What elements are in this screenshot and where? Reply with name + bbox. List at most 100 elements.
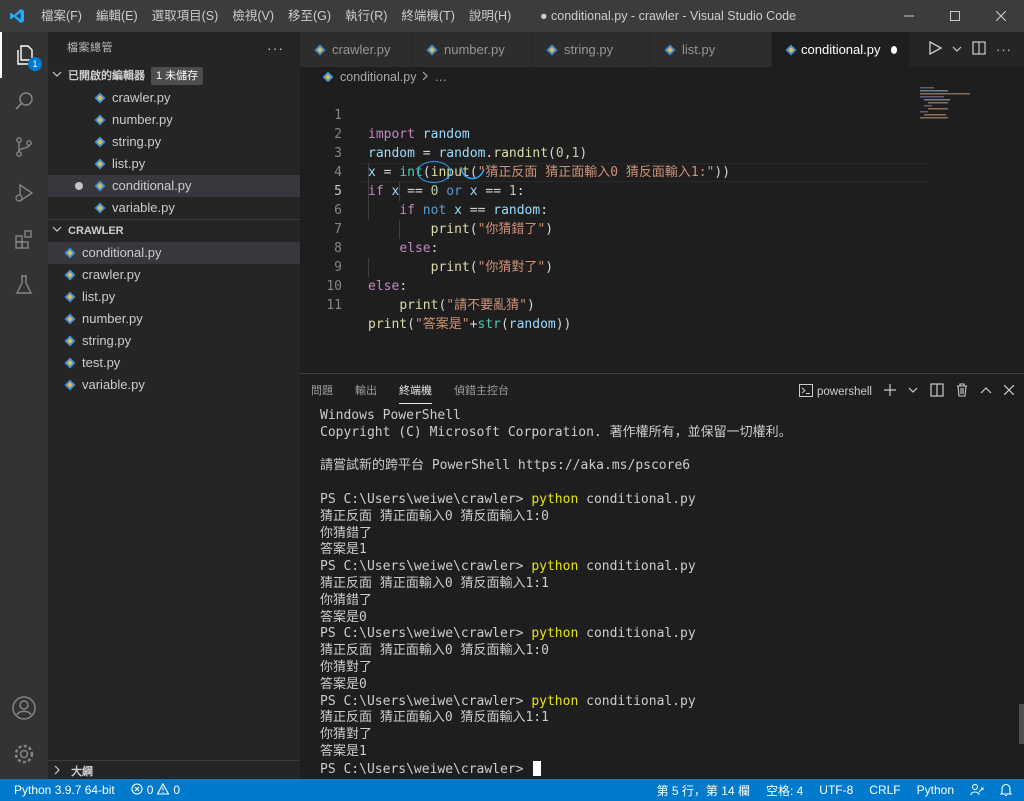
code-line: 8 print("你猜對了") bbox=[300, 220, 940, 275]
menu-view[interactable]: 檢視(V) bbox=[225, 0, 281, 32]
python-file-icon bbox=[424, 43, 440, 57]
run-file-icon[interactable] bbox=[928, 40, 943, 58]
annotation-arc bbox=[460, 166, 485, 180]
problems-status[interactable]: 0 0 bbox=[123, 779, 188, 801]
encoding[interactable]: UTF-8 bbox=[811, 779, 861, 801]
chevron-down-icon[interactable] bbox=[908, 385, 918, 398]
python-file-icon bbox=[92, 179, 108, 193]
extensions-icon[interactable] bbox=[0, 216, 48, 262]
python-file-icon bbox=[92, 113, 108, 127]
open-editor-item[interactable]: number.py bbox=[48, 109, 300, 131]
new-terminal-plus-icon[interactable] bbox=[884, 384, 896, 399]
testing-flask-icon[interactable] bbox=[0, 262, 48, 308]
file-item[interactable]: string.py bbox=[48, 330, 300, 352]
editor-tabs: crawler.py number.py string.py list.py c… bbox=[300, 32, 1024, 67]
open-editor-label: list.py bbox=[112, 156, 146, 171]
end-of-line[interactable]: CRLF bbox=[861, 779, 908, 801]
code-editor[interactable]: 1 import random 2 random = random.randin… bbox=[300, 87, 1024, 373]
account-icon[interactable] bbox=[0, 685, 48, 731]
file-label: number.py bbox=[82, 311, 143, 326]
file-item[interactable]: number.py bbox=[48, 308, 300, 330]
live-share-feedback-icon[interactable] bbox=[962, 779, 992, 801]
folder-header[interactable]: CRAWLER bbox=[48, 219, 300, 242]
file-item[interactable]: crawler.py bbox=[48, 264, 300, 286]
python-file-icon bbox=[320, 70, 336, 84]
terminal-command-line: PS C:\Users\weiwe\crawler> python condit… bbox=[320, 694, 1010, 711]
python-file-icon bbox=[62, 290, 78, 304]
unsaved-dot-icon[interactable] bbox=[890, 45, 897, 54]
panel-scrollbar[interactable] bbox=[1019, 704, 1024, 744]
tab-crawler[interactable]: crawler.py bbox=[300, 32, 412, 67]
cursor-position[interactable]: 第 5 行，第 14 欄 bbox=[649, 779, 758, 801]
menu-file[interactable]: 檔案(F) bbox=[34, 0, 89, 32]
maximize-panel-chevron-up-icon[interactable] bbox=[980, 385, 992, 398]
close-panel-icon[interactable] bbox=[1003, 384, 1015, 398]
sidebar-title: 檔案總管 ··· bbox=[48, 32, 300, 65]
open-editors-header[interactable]: 已開啟的編輯器 1 未儲存 bbox=[48, 65, 300, 87]
terminal-output[interactable]: Windows PowerShell Copyright (C) Microso… bbox=[320, 408, 1010, 778]
tab-output[interactable]: 輸出 bbox=[344, 374, 388, 409]
source-control-icon[interactable] bbox=[0, 124, 48, 170]
tab-conditional[interactable]: conditional.py bbox=[772, 32, 910, 67]
open-editor-item[interactable]: variable.py bbox=[48, 197, 300, 219]
tab-terminal[interactable]: 終端機 bbox=[388, 374, 443, 409]
language-mode[interactable]: Python bbox=[909, 779, 962, 801]
activity-bar: 1 bbox=[0, 32, 48, 779]
breadcrumb-file[interactable]: conditional.py bbox=[340, 67, 416, 87]
menu-go[interactable]: 移至(G) bbox=[281, 0, 338, 32]
indentation[interactable]: 空格: 4 bbox=[758, 779, 811, 801]
open-editor-label: variable.py bbox=[112, 200, 175, 215]
more-actions-icon[interactable]: ··· bbox=[267, 32, 284, 65]
open-editor-item[interactable]: string.py bbox=[48, 131, 300, 153]
tab-debug-console[interactable]: 偵錯主控台 bbox=[443, 374, 520, 409]
breadcrumb-symbols[interactable]: … bbox=[434, 67, 447, 87]
terminal-line: 猜正反面 猜正面輸入0 猜反面輸入1:1 bbox=[320, 575, 549, 591]
chevron-down-icon[interactable] bbox=[952, 42, 962, 57]
open-editor-item[interactable]: list.py bbox=[48, 153, 300, 175]
terminal-icon bbox=[799, 383, 814, 400]
explorer-icon[interactable]: 1 bbox=[0, 32, 48, 78]
menu-run[interactable]: 執行(R) bbox=[338, 0, 394, 32]
settings-gear-icon[interactable] bbox=[0, 731, 48, 777]
open-editor-item-active[interactable]: conditional.py bbox=[48, 175, 300, 197]
trash-icon[interactable] bbox=[956, 383, 968, 400]
tab-string[interactable]: string.py bbox=[532, 32, 650, 67]
python-interpreter[interactable]: Python 3.9.7 64-bit bbox=[0, 779, 123, 801]
tab-number[interactable]: number.py bbox=[412, 32, 532, 67]
terminal-command-line: PS C:\Users\weiwe\crawler> python condit… bbox=[320, 626, 1010, 643]
menu-selection[interactable]: 選取項目(S) bbox=[145, 0, 226, 32]
unsaved-dot-icon[interactable] bbox=[75, 182, 83, 190]
menu-help[interactable]: 說明(H) bbox=[462, 0, 518, 32]
terminal-line: 你猜錯了 bbox=[320, 592, 373, 608]
shell-name: powershell bbox=[817, 385, 872, 398]
sidebar-title-label: 檔案總管 bbox=[67, 42, 113, 54]
terminal-input-line[interactable]: PS C:\Users\weiwe\crawler> bbox=[320, 760, 1010, 778]
split-terminal-icon[interactable] bbox=[930, 383, 944, 400]
terminal-line: 答案是1 bbox=[320, 542, 367, 558]
minimap[interactable] bbox=[912, 87, 972, 127]
close-window-button[interactable] bbox=[978, 0, 1024, 32]
split-editor-icon[interactable] bbox=[972, 41, 986, 58]
run-debug-icon[interactable] bbox=[0, 170, 48, 216]
folder-file-list: conditional.py crawler.py list.py number… bbox=[48, 242, 300, 396]
open-editor-item[interactable]: crawler.py bbox=[48, 87, 300, 109]
tab-list[interactable]: list.py bbox=[650, 32, 772, 67]
python-file-icon bbox=[92, 201, 108, 215]
file-item[interactable]: list.py bbox=[48, 286, 300, 308]
search-icon[interactable] bbox=[0, 78, 48, 124]
warning-icon bbox=[156, 782, 170, 798]
more-actions-icon[interactable]: ··· bbox=[996, 42, 1012, 57]
file-item-active[interactable]: conditional.py bbox=[48, 242, 300, 264]
python-file-icon bbox=[62, 378, 78, 392]
tab-problems[interactable]: 問題 bbox=[300, 374, 344, 409]
menu-edit[interactable]: 編輯(E) bbox=[89, 0, 145, 32]
terminal-selector[interactable]: powershell bbox=[799, 383, 872, 400]
notifications-bell-icon[interactable] bbox=[992, 779, 1020, 801]
maximize-button[interactable] bbox=[932, 0, 978, 32]
file-item[interactable]: variable.py bbox=[48, 374, 300, 396]
tab-label: crawler.py bbox=[332, 42, 391, 57]
menu-terminal[interactable]: 終端機(T) bbox=[394, 0, 461, 32]
file-item[interactable]: test.py bbox=[48, 352, 300, 374]
minimize-button[interactable] bbox=[886, 0, 932, 32]
